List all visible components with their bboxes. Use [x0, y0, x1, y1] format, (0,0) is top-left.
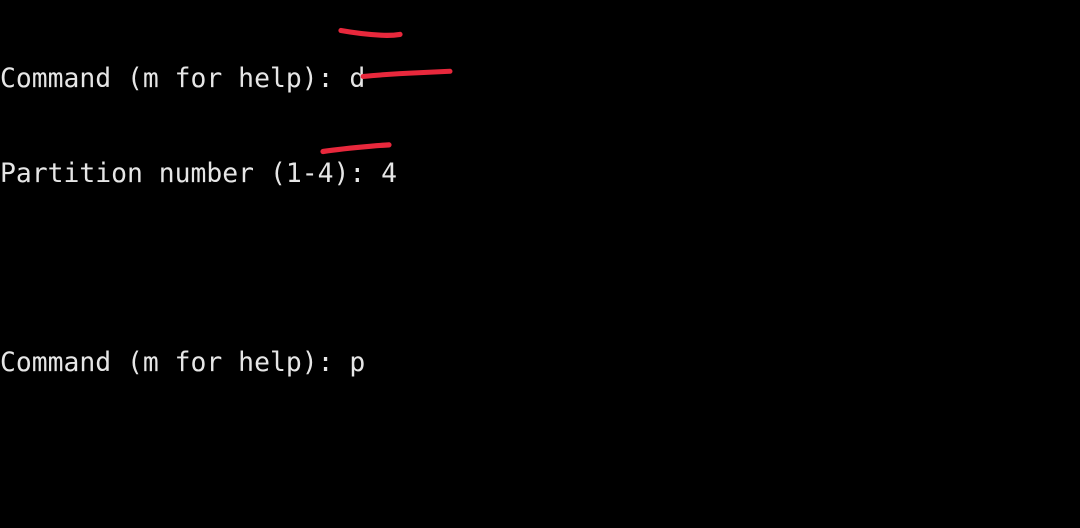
- terminal-line-blank-1: [0, 253, 1080, 285]
- terminal-line-blank-2: [0, 442, 1080, 474]
- terminal-screen: Command (m for help): d Partition number…: [0, 1, 1080, 528]
- terminal-line-command-print: Command (m for help): p: [0, 347, 366, 378]
- terminal-line-partition-number: Partition number (1-4): 4: [0, 158, 397, 189]
- terminal-window[interactable]: Command (m for help): d Partition number…: [0, 0, 1080, 528]
- terminal-line-command-delete: Command (m for help): d: [0, 64, 366, 94]
